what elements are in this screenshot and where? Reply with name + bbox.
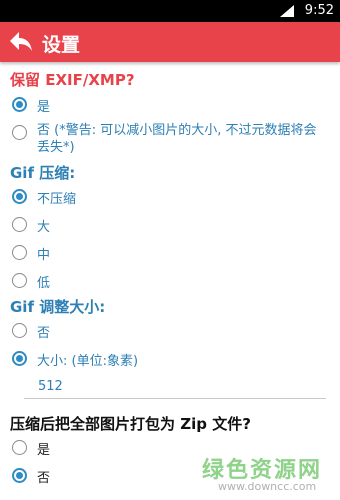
radio-label: 不压缩 [37, 192, 77, 207]
radio-button[interactable] [12, 351, 27, 366]
radio-button[interactable] [12, 440, 27, 455]
status-time: 9:52 [304, 3, 334, 18]
radio-label: 中 [37, 248, 51, 263]
action-bar: 设置 [0, 22, 340, 62]
settings-content[interactable]: 保留 EXIF/XMP? 是 否 (*警告: 可以减小图片的大小, 不过元数据将… [0, 62, 340, 500]
radio-gif-resize-no[interactable]: 否 [12, 320, 332, 344]
radio-gif-compress-large[interactable]: 大 [12, 214, 332, 238]
radio-exif-no[interactable]: 否 (*警告: 可以减小图片的大小, 不过元数据将会丢失*) [12, 120, 332, 156]
radio-label: 低 [37, 276, 51, 291]
radio-button[interactable] [12, 189, 27, 204]
section-title-zip: 压缩后把全部图片打包为 Zip 文件? [10, 415, 251, 433]
radio-label: 大小: (单位:象素) [37, 354, 139, 369]
radio-button[interactable] [12, 323, 27, 338]
radio-gif-compress-medium[interactable]: 中 [12, 242, 332, 266]
radio-label: 是 [37, 100, 51, 115]
radio-button[interactable] [12, 97, 27, 112]
section-title-gif-compress: Gif 压缩: [10, 164, 76, 182]
radio-button[interactable] [12, 217, 27, 232]
radio-exif-yes[interactable]: 是 [12, 94, 332, 118]
radio-label: 否 [37, 326, 51, 341]
section-title-exif: 保留 EXIF/XMP? [10, 71, 135, 89]
gif-size-input[interactable] [24, 375, 326, 399]
signal-icon [280, 5, 294, 17]
page-title: 设置 [42, 34, 81, 56]
radio-button[interactable] [12, 125, 27, 140]
radio-button[interactable] [12, 468, 27, 483]
radio-gif-compress-low[interactable]: 低 [12, 270, 332, 294]
radio-gif-compress-none[interactable]: 不压缩 [12, 186, 332, 210]
radio-zip-yes[interactable]: 是 [12, 437, 192, 461]
section-title-gif-resize: Gif 调整大小: [10, 298, 106, 316]
radio-button[interactable] [12, 245, 27, 260]
site-watermark: 绿色资源网 www.downcc.com [202, 452, 340, 498]
radio-gif-resize-size[interactable]: 大小: (单位:象素) [12, 348, 332, 372]
radio-label: 是 [37, 443, 51, 458]
radio-label: 否 (*警告: 可以减小图片的大小, 不过元数据将会丢失*) [37, 123, 317, 155]
back-arrow-icon[interactable] [8, 30, 34, 54]
radio-label: 大 [37, 220, 51, 235]
radio-button[interactable] [12, 273, 27, 288]
radio-zip-no[interactable]: 否 [12, 465, 192, 489]
status-bar: 9:52 [0, 0, 340, 22]
radio-label: 否 [37, 471, 51, 486]
watermark-url: www.downcc.com [218, 480, 317, 493]
